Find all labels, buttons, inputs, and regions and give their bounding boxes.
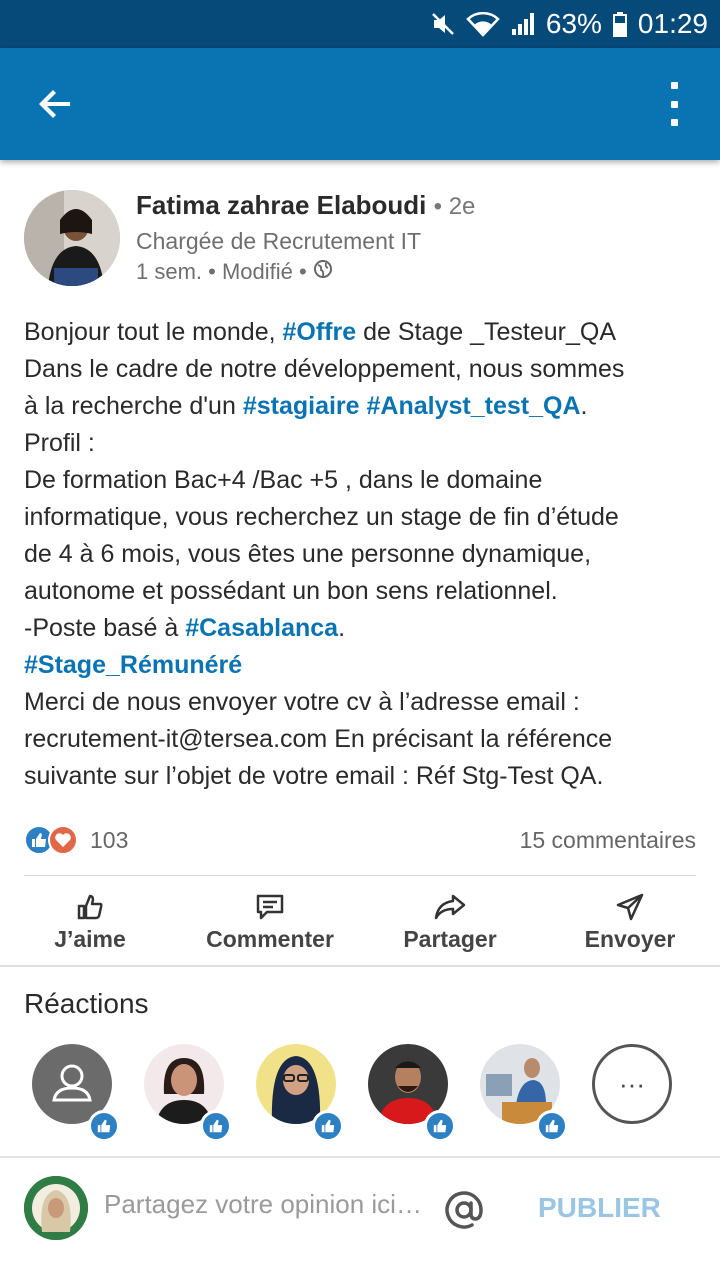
post-line: -Poste basé à #Casablanca. <box>24 610 704 647</box>
like-badge-icon <box>312 1110 344 1142</box>
send-button[interactable]: Envoyer <box>540 878 720 966</box>
author-avatar[interactable] <box>24 190 120 286</box>
post-meta: 1 sem. • Modifié • <box>136 259 307 284</box>
post-line: de 4 à 6 mois, vous êtes une personne dy… <box>24 536 704 573</box>
comment-label: Commenter <box>206 925 334 952</box>
wifi-icon <box>466 11 500 37</box>
post-text-segment <box>360 392 367 420</box>
post-text-segment: informatique, vous recherchez un stage d… <box>24 503 619 531</box>
share-button[interactable]: Partager <box>360 878 540 966</box>
divider <box>0 965 720 967</box>
post-text-segment: . <box>338 614 346 642</box>
back-button[interactable] <box>28 78 84 130</box>
reactor-avatar[interactable] <box>144 1044 232 1142</box>
reactor-avatar[interactable] <box>32 1044 120 1142</box>
divider <box>24 875 696 876</box>
post-text-segment: Bonjour tout le monde, <box>24 318 283 346</box>
reactor-avatar[interactable] <box>480 1044 568 1142</box>
app-bar <box>0 48 720 160</box>
post-text-segment: recrutement-it@tersea.com En précisant l… <box>24 725 613 753</box>
reactors-list: ··· <box>32 1044 692 1144</box>
post-text-segment: à la recherche d'un <box>24 392 243 420</box>
comment-icon <box>256 894 284 919</box>
post-text-segment: de 4 à 6 mois, vous êtes une personne dy… <box>24 540 592 568</box>
my-avatar <box>24 1176 88 1240</box>
post-text-segment: Merci de nous envoyer votre cv à l’adres… <box>24 688 580 716</box>
love-reaction-icon <box>48 825 78 855</box>
post-text: Bonjour tout le monde, #Offre de Stage _… <box>24 314 704 795</box>
more-options-button[interactable] <box>662 76 686 132</box>
post-text-segment: suivante sur l’objet de votre email : Ré… <box>24 762 604 790</box>
like-badge-icon <box>536 1110 568 1142</box>
like-button[interactable]: J’aime <box>0 878 180 966</box>
post-text-segment: de Stage _Testeur_QA <box>356 318 617 346</box>
hashtag-link[interactable]: #stagiaire <box>243 392 360 420</box>
reactor-avatar[interactable] <box>256 1044 344 1142</box>
post-line: suivante sur l’objet de votre email : Ré… <box>24 758 704 795</box>
share-icon <box>434 894 466 919</box>
reactor-avatar[interactable] <box>368 1044 456 1142</box>
mention-button[interactable] <box>442 1188 486 1232</box>
post-text-segment: . <box>580 392 588 420</box>
post-line: Bonjour tout le monde, #Offre de Stage _… <box>24 314 704 351</box>
battery-icon <box>612 11 628 37</box>
signal-icon <box>510 11 536 37</box>
hashtag-link[interactable]: #Stage_Rémunéré <box>24 651 242 679</box>
post-line: autonome et possédant un bon sens relati… <box>24 573 704 610</box>
more-vert-icon <box>670 82 678 89</box>
like-label: J’aime <box>54 925 126 952</box>
post-line: recrutement-it@tersea.com En précisant l… <box>24 721 704 758</box>
comment-button[interactable]: Commenter <box>180 878 360 966</box>
send-icon <box>616 893 644 920</box>
reaction-count: 103 <box>90 826 129 853</box>
hashtag-link[interactable]: #Offre <box>283 318 357 346</box>
post-text-segment: Dans le cadre de notre développement, no… <box>24 355 625 383</box>
post-actions: J’aime Commenter Partager Envoyer <box>0 878 720 966</box>
status-bar: 63% 01:29 <box>0 0 720 48</box>
post-header: Fatima zahrae Elaboudi • 2e Chargée de R… <box>24 190 696 290</box>
like-badge-icon <box>88 1110 120 1142</box>
hashtag-link[interactable]: #Casablanca <box>185 614 338 642</box>
battery-percent: 63% <box>545 8 602 39</box>
post-line: De formation Bac+4 /Bac +5 , dans le dom… <box>24 462 704 499</box>
post-line: Profil : <box>24 425 704 462</box>
like-badge-icon <box>200 1110 232 1142</box>
post-line: #Stage_Rémunéré <box>24 647 704 684</box>
author-name[interactable]: Fatima zahrae Elaboudi <box>136 190 426 220</box>
send-label: Envoyer <box>584 925 676 952</box>
globe-icon <box>313 259 333 285</box>
author-headline: Chargée de Recrutement IT <box>136 228 422 254</box>
post-text-segment: -Poste basé à <box>24 614 186 642</box>
post-text-segment: autonome et possédant un bon sens relati… <box>24 577 558 605</box>
post-line: Merci de nous envoyer votre cv à l’adres… <box>24 684 704 721</box>
connection-degree: • 2e <box>433 193 476 220</box>
reactions-summary[interactable]: 103 <box>24 825 128 855</box>
comments-count[interactable]: 15 commentaires <box>520 827 696 854</box>
post-text-segment: Profil : <box>24 429 95 457</box>
post-line: Dans le cadre de notre développement, no… <box>24 351 704 388</box>
back-arrow-icon <box>39 90 70 118</box>
more-reactors-button[interactable]: ··· <box>592 1044 672 1124</box>
post-text-segment: De formation Bac+4 /Bac +5 , dans le dom… <box>24 466 543 494</box>
like-badge-icon <box>424 1110 456 1142</box>
share-label: Partager <box>403 925 497 952</box>
social-counts: 103 15 commentaires <box>24 820 696 860</box>
clock: 01:29 <box>637 8 708 39</box>
comment-composer: Partagez votre opinion ici… PUBLIER <box>0 1158 720 1280</box>
post-line: à la recherche d'un #stagiaire #Analyst_… <box>24 388 704 425</box>
mute-icon <box>430 11 456 37</box>
comment-input[interactable]: Partagez votre opinion ici… <box>104 1188 424 1220</box>
post-line: informatique, vous recherchez un stage d… <box>24 499 704 536</box>
reactions-title: Réactions <box>24 988 149 1019</box>
hashtag-link[interactable]: #Analyst_test_QA <box>367 392 581 420</box>
publish-button[interactable]: PUBLIER <box>538 1192 661 1224</box>
like-icon <box>77 894 103 919</box>
mention-icon <box>445 1191 483 1229</box>
